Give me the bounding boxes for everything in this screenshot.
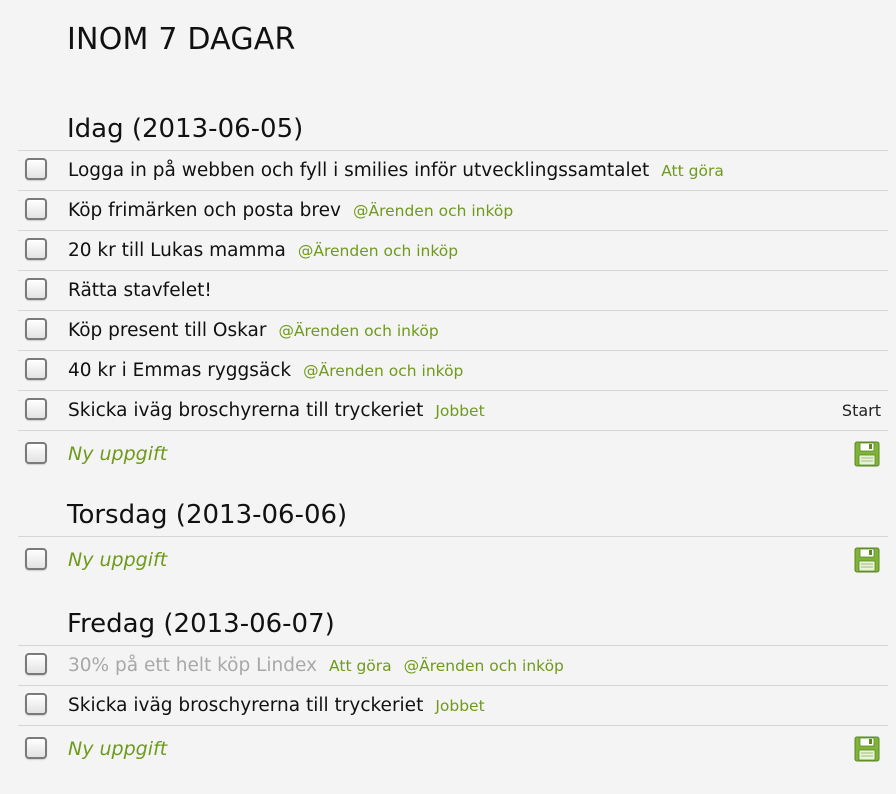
- task-list: 30% på ett helt köp Lindex Att göra @Ärend…: [18, 645, 888, 773]
- task-title: Köp present till Oskar: [68, 320, 267, 341]
- task-title: Skicka iväg broschyrerna till tryckeriet: [68, 695, 424, 716]
- new-task-input[interactable]: Ny uppgift: [68, 537, 167, 584]
- task-checkbox[interactable]: [25, 693, 47, 715]
- task-text[interactable]: Skicka iväg broschyrerna till tryckeriet…: [68, 391, 485, 431]
- task-tag[interactable]: @Ärenden och inköp: [353, 202, 513, 220]
- task-text[interactable]: Logga in på webben och fyll i smilies in…: [68, 151, 724, 191]
- task-title: 40 kr i Emmas ryggsäck: [68, 360, 292, 381]
- save-icon[interactable]: [854, 736, 880, 762]
- task-row: Köp present till Oskar @Ärenden och inköp: [18, 311, 888, 351]
- task-list: Ny uppgift: [18, 536, 888, 584]
- task-title: 20 kr till Lukas mamma: [68, 240, 286, 261]
- task-row: 40 kr i Emmas ryggsäck @Ärenden och inköp: [18, 351, 888, 391]
- task-text[interactable]: Köp frimärken och posta brev @Ärenden och…: [68, 191, 513, 231]
- task-tag[interactable]: @Ärenden och inköp: [404, 657, 564, 675]
- task-row: Skicka iväg broschyrerna till tryckeriet…: [18, 391, 888, 431]
- new-task-row: Ny uppgift: [18, 726, 888, 773]
- task-checkbox[interactable]: [25, 158, 47, 180]
- save-icon[interactable]: [854, 441, 880, 467]
- task-checkbox[interactable]: [25, 318, 47, 340]
- task-title: 30% på ett helt köp Lindex: [68, 655, 318, 676]
- task-checkbox[interactable]: [25, 653, 47, 675]
- start-button[interactable]: Start: [842, 391, 881, 430]
- task-text[interactable]: 40 kr i Emmas ryggsäck @Ärenden och inköp: [68, 351, 463, 391]
- task-title: Rätta stavfelet!: [68, 280, 212, 301]
- day-section-thursday: Torsdag (2013-06-06) Ny uppgift: [0, 494, 896, 584]
- day-section-friday: Fredag (2013-06-07) 30% på ett helt köp …: [0, 603, 896, 773]
- task-tag[interactable]: Jobbet: [435, 697, 484, 715]
- new-task-input[interactable]: Ny uppgift: [68, 726, 167, 773]
- task-row: Logga in på webben och fyll i smilies in…: [18, 151, 888, 191]
- task-tag[interactable]: @Ärenden och inköp: [303, 362, 463, 380]
- new-task-checkbox[interactable]: [25, 442, 47, 464]
- new-task-row: Ny uppgift: [18, 537, 888, 584]
- day-section-today: Idag (2013-06-05) Logga in på webben och…: [0, 108, 896, 478]
- task-row: 20 kr till Lukas mamma @Ärenden och inköp: [18, 231, 888, 271]
- new-task-checkbox[interactable]: [25, 548, 47, 570]
- new-task-checkbox[interactable]: [25, 737, 47, 759]
- page-title: INOM 7 DAGAR: [67, 22, 296, 57]
- task-tag[interactable]: @Ärenden och inköp: [298, 242, 458, 260]
- task-tag[interactable]: @Ärenden och inköp: [278, 322, 438, 340]
- task-text[interactable]: 20 kr till Lukas mamma @Ärenden och inköp: [68, 231, 458, 271]
- task-checkbox[interactable]: [25, 358, 47, 380]
- task-text[interactable]: Köp present till Oskar @Ärenden och inköp: [68, 311, 439, 351]
- save-icon[interactable]: [854, 547, 880, 573]
- task-text[interactable]: 30% på ett helt köp Lindex Att göra @Ärend…: [68, 646, 564, 686]
- section-heading: Fredag (2013-06-07): [67, 609, 335, 639]
- task-row: Skicka iväg broschyrerna till tryckeriet…: [18, 686, 888, 726]
- task-row: Köp frimärken och posta brev @Ärenden och…: [18, 191, 888, 231]
- task-checkbox[interactable]: [25, 198, 47, 220]
- task-row: Rätta stavfelet!: [18, 271, 888, 311]
- task-tag[interactable]: Att göra: [661, 162, 724, 180]
- task-checkbox[interactable]: [25, 238, 47, 260]
- task-title: Köp frimärken och posta brev: [68, 200, 341, 221]
- task-title: Skicka iväg broschyrerna till tryckeriet: [68, 400, 424, 421]
- task-list: Logga in på webben och fyll i smilies in…: [18, 150, 888, 478]
- new-task-row: Ny uppgift: [18, 431, 888, 478]
- new-task-input[interactable]: Ny uppgift: [68, 431, 167, 478]
- task-row: 30% på ett helt köp Lindex Att göra @Ärend…: [18, 646, 888, 686]
- section-heading: Torsdag (2013-06-06): [67, 500, 348, 530]
- task-tag[interactable]: Jobbet: [435, 402, 484, 420]
- section-heading: Idag (2013-06-05): [67, 114, 304, 144]
- task-checkbox[interactable]: [25, 278, 47, 300]
- task-tag[interactable]: Att göra: [329, 657, 392, 675]
- task-title: Logga in på webben och fyll i smilies in…: [68, 160, 650, 181]
- task-text[interactable]: Rätta stavfelet!: [68, 271, 212, 310]
- task-text[interactable]: Skicka iväg broschyrerna till tryckeriet…: [68, 686, 485, 726]
- task-checkbox[interactable]: [25, 398, 47, 420]
